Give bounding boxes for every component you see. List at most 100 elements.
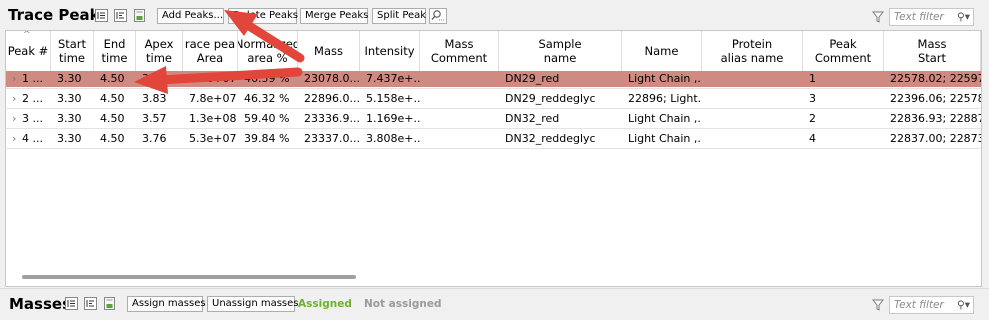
table-row[interactable]: › 4 ... 3.30 4.50 3.76 5.3e+07 39.84 % 23337.0.… bbox=[6, 131, 981, 147]
column-header-mass-comment[interactable]: Mass Comment bbox=[420, 31, 499, 71]
cell-sample: DN29_red bbox=[505, 72, 560, 85]
filter-funnel-icon[interactable] bbox=[871, 299, 885, 311]
cell-mass: 22896.0... bbox=[304, 92, 360, 105]
cell-peak-comment: 4 bbox=[809, 132, 816, 145]
cell-mass-start: 22578.02; 22597.... bbox=[890, 72, 981, 85]
table-row[interactable]: › 3 ... 3.30 4.50 3.57 1.3e+08 59.40 % 23336.9.… bbox=[6, 111, 981, 127]
cell-mass-comment bbox=[424, 91, 499, 107]
cell-peak-comment: 1 bbox=[809, 72, 816, 85]
masses-filter-input[interactable]: Text filter ⚲▾ bbox=[889, 296, 974, 314]
column-header-peak-comment[interactable]: Peak Comment bbox=[803, 31, 884, 71]
sort-ascending-icon[interactable] bbox=[65, 297, 78, 310]
find-button[interactable] bbox=[429, 8, 447, 24]
cell-mass-comment bbox=[424, 111, 499, 127]
cell-protein bbox=[706, 111, 803, 127]
cell-start: 3.30 bbox=[57, 92, 82, 105]
export-table-icon[interactable] bbox=[133, 9, 146, 22]
cell-end: 4.50 bbox=[100, 132, 125, 145]
expand-chevron-icon[interactable]: › bbox=[10, 71, 20, 87]
sort-descending-icon[interactable] bbox=[84, 297, 97, 310]
cell-start: 3.30 bbox=[57, 72, 82, 85]
column-header-start[interactable]: Start time bbox=[51, 31, 94, 71]
table-row[interactable]: › 1 ... 3.30 4.50 3.73 6.8e+07 46.59 % 23078.0.… bbox=[6, 71, 981, 87]
column-header-area[interactable]: race pea Area bbox=[183, 31, 238, 71]
column-header-name[interactable]: Name bbox=[622, 31, 702, 71]
column-header-sample[interactable]: Sample name bbox=[499, 31, 622, 71]
sort-caret-icon: ^ bbox=[23, 30, 31, 40]
cell-mass-comment bbox=[424, 71, 499, 87]
cell-sample: DN32_reddeglyc bbox=[505, 132, 596, 145]
cell-peak: 4 ... bbox=[22, 132, 43, 145]
search-icon bbox=[431, 10, 444, 21]
cell-peak: 2 ... bbox=[22, 92, 43, 105]
sort-ascending-icon[interactable] bbox=[95, 9, 108, 22]
column-header-norm[interactable]: Normalized area % bbox=[238, 31, 298, 71]
cell-name: Light Chain ,... bbox=[628, 112, 702, 125]
trace-peaks-title: Trace Peaks bbox=[8, 6, 109, 24]
trace-peaks-table: Peak # Start time End time Apex time race pe… bbox=[5, 30, 982, 287]
assign-masses-button[interactable]: Assign masses bbox=[127, 296, 206, 312]
expand-chevron-icon[interactable]: › bbox=[10, 111, 20, 127]
cell-apex: 3.57 bbox=[142, 112, 167, 125]
cell-mass: 23336.9... bbox=[304, 112, 360, 125]
cell-name: Light Chain ,... bbox=[628, 72, 702, 85]
table-row[interactable]: › 2 ... 3.30 4.50 3.83 7.8e+07 46.32 % 22896.0.… bbox=[6, 91, 981, 107]
export-table-icon[interactable] bbox=[103, 297, 116, 310]
cell-apex: 3.76 bbox=[142, 132, 167, 145]
cell-end: 4.50 bbox=[100, 92, 125, 105]
column-header-apex[interactable]: Apex time bbox=[136, 31, 183, 71]
cell-mass-start: 22396.06; 22578.... bbox=[890, 92, 981, 105]
tab-not-assigned[interactable]: Not assigned bbox=[364, 298, 442, 310]
delete-peaks-button[interactable]: Delete Peaks bbox=[228, 8, 298, 24]
cell-peak: 1 ... bbox=[22, 72, 43, 85]
row-divider bbox=[6, 128, 981, 129]
cell-norm: 39.84 % bbox=[244, 132, 290, 145]
cell-mass: 23337.0... bbox=[304, 132, 360, 145]
cell-peak-comment: 3 bbox=[809, 92, 816, 105]
masses-title: Masses bbox=[9, 295, 72, 313]
cell-mass-start: 22836.93; 22887.... bbox=[890, 112, 981, 125]
cell-name: 22896; Light... bbox=[628, 92, 702, 105]
cell-intensity: 7.437e+... bbox=[366, 72, 420, 85]
cell-intensity: 5.158e+... bbox=[366, 92, 420, 105]
cell-sample: DN32_red bbox=[505, 112, 560, 125]
cell-end: 4.50 bbox=[100, 72, 125, 85]
cell-peak-comment: 2 bbox=[809, 112, 816, 125]
column-header-mass-start[interactable]: Mass Start bbox=[884, 31, 981, 71]
cell-end: 4.50 bbox=[100, 112, 125, 125]
unassign-masses-button[interactable]: Unassign masses bbox=[207, 296, 299, 312]
cell-apex: 3.73 bbox=[142, 72, 167, 85]
horizontal-scrollbar[interactable] bbox=[6, 269, 981, 286]
cell-mass-start: 22837.00; 22873.... bbox=[890, 132, 981, 145]
filter-placeholder: Text filter bbox=[894, 299, 944, 311]
trace-peaks-filter-input[interactable]: Text filter ⚲▾ bbox=[889, 8, 974, 26]
sort-descending-icon[interactable] bbox=[114, 9, 127, 22]
column-header-protein[interactable]: Protein alias name bbox=[702, 31, 803, 71]
expand-chevron-icon[interactable]: › bbox=[10, 131, 20, 147]
cell-area: 5.3e+07 bbox=[189, 132, 237, 145]
cell-intensity: 3.808e+... bbox=[366, 132, 420, 145]
cell-mass: 23078.0... bbox=[304, 72, 360, 85]
tab-assigned[interactable]: Assigned bbox=[298, 298, 352, 310]
add-peaks-button[interactable]: Add Peaks... bbox=[157, 8, 224, 24]
merge-peaks-button[interactable]: Merge Peaks bbox=[300, 8, 368, 24]
row-divider bbox=[6, 148, 981, 149]
search-options-icon[interactable]: ⚲▾ bbox=[957, 9, 970, 25]
cell-area: 1.3e+08 bbox=[189, 112, 237, 125]
cell-start: 3.30 bbox=[57, 112, 82, 125]
cell-area: 7.8e+07 bbox=[189, 92, 237, 105]
expand-chevron-icon[interactable]: › bbox=[10, 91, 20, 107]
scrollbar-thumb[interactable] bbox=[22, 275, 356, 279]
cell-area: 6.8e+07 bbox=[189, 72, 237, 85]
column-header-end[interactable]: End time bbox=[94, 31, 136, 71]
cell-start: 3.30 bbox=[57, 132, 82, 145]
cell-peak: 3 ... bbox=[22, 112, 43, 125]
filter-placeholder: Text filter bbox=[894, 11, 944, 23]
column-header-intensity[interactable]: Intensity bbox=[360, 31, 420, 71]
split-peak-button[interactable]: Split Peak bbox=[372, 8, 426, 24]
column-header-mass[interactable]: Mass bbox=[298, 31, 360, 71]
search-options-icon[interactable]: ⚲▾ bbox=[957, 297, 970, 313]
filter-funnel-icon[interactable] bbox=[871, 11, 885, 23]
cell-intensity: 1.169e+... bbox=[366, 112, 420, 125]
cell-norm: 46.32 % bbox=[244, 92, 290, 105]
